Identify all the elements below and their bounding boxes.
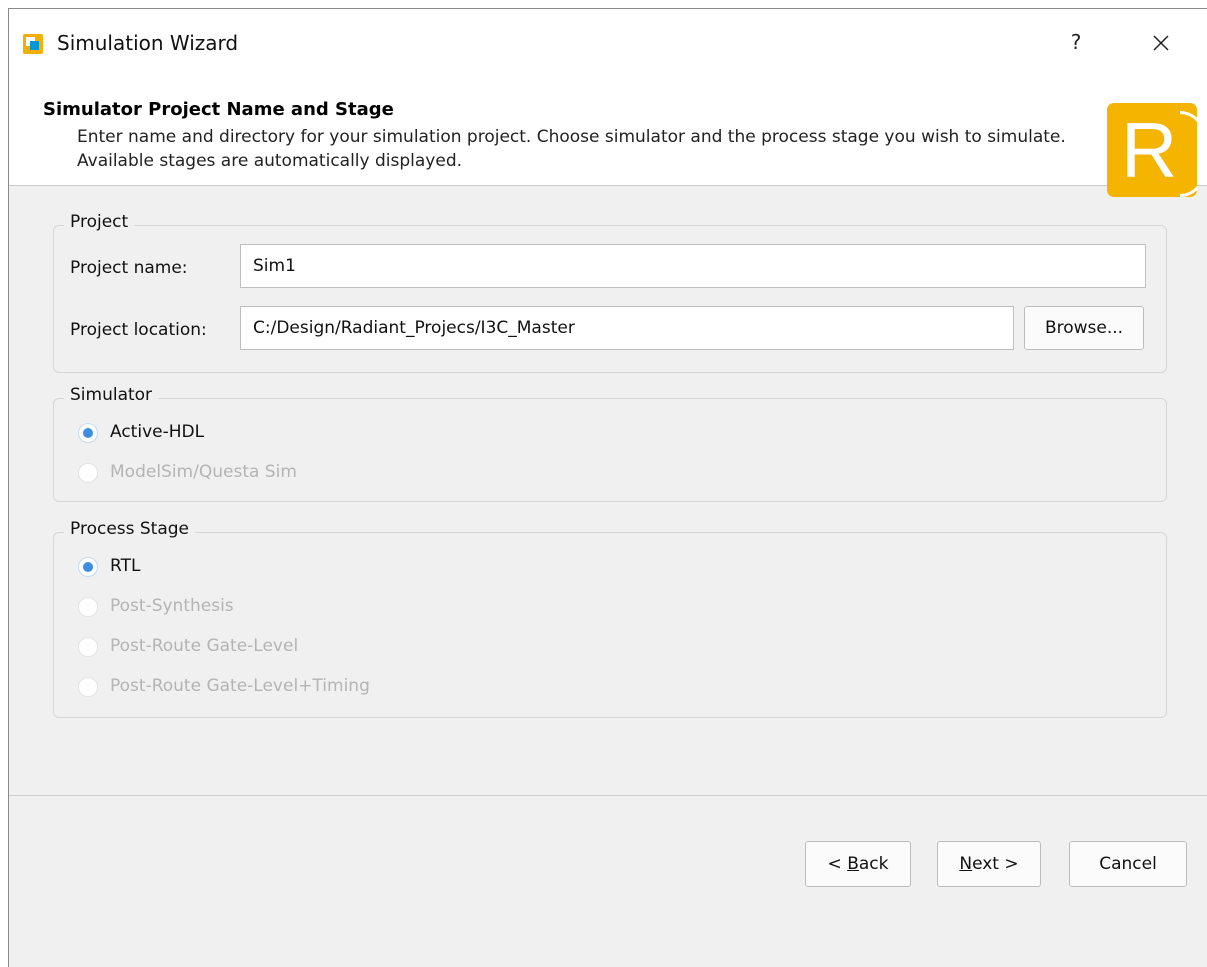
browse-button[interactable]: Browse...: [1024, 306, 1144, 350]
back-button[interactable]: < Back: [805, 841, 911, 887]
back-accelerator: B: [847, 854, 859, 874]
logo-stripe: [1180, 111, 1197, 197]
radio-button: [78, 677, 98, 697]
back-rest: ack: [858, 854, 889, 874]
process-stage-group: Process Stage RTL Post-Synthesis Post-Ro…: [53, 519, 1167, 718]
project-name-label: Project name:: [70, 258, 188, 278]
close-icon: [1153, 34, 1169, 51]
radiant-app-icon: [23, 34, 43, 54]
project-group-legend: Project: [64, 212, 135, 232]
simulation-wizard-dialog: Simulation Wizard ? Simulator Project Na…: [8, 8, 1207, 967]
next-button[interactable]: Next >: [937, 841, 1041, 887]
simulator-group: Simulator Active-HDL ModelSim/Questa Sim: [53, 385, 1167, 502]
simulator-group-legend: Simulator: [64, 385, 159, 405]
radio-button[interactable]: [78, 423, 98, 443]
footer-separator: [9, 795, 1207, 796]
radio-button: [78, 463, 98, 483]
page-title: Simulator Project Name and Stage: [43, 99, 394, 120]
radio-label: Post-Route Gate-Level: [110, 636, 299, 656]
radio-button: [78, 637, 98, 657]
radio-label: Active-HDL: [110, 422, 205, 442]
project-group: Project Project name: Project location: …: [53, 212, 1167, 373]
help-button[interactable]: ?: [1061, 27, 1091, 57]
radio-label: Post-Route Gate-Level+Timing: [110, 676, 370, 696]
back-prefix: <: [827, 854, 848, 874]
next-rest: ext >: [972, 854, 1019, 874]
project-name-input[interactable]: [240, 244, 1146, 288]
project-location-label: Project location:: [70, 320, 207, 340]
radio-label: RTL: [110, 556, 141, 576]
title-bar: Simulation Wizard ?: [9, 9, 1207, 75]
process-stage-group-legend: Process Stage: [64, 519, 196, 539]
radiant-logo: R: [1107, 103, 1197, 197]
project-location-input[interactable]: [240, 306, 1014, 350]
radio-button[interactable]: [78, 557, 98, 577]
cancel-button[interactable]: Cancel: [1069, 841, 1187, 887]
close-button[interactable]: [1141, 27, 1181, 57]
window-title: Simulation Wizard: [57, 31, 239, 55]
wizard-header: Simulator Project Name and Stage Enter n…: [9, 75, 1207, 197]
radio-label: ModelSim/Questa Sim: [110, 462, 297, 482]
logo-letter: R: [1121, 106, 1178, 194]
page-description: Enter name and directory for your simula…: [77, 127, 1066, 171]
radio-button: [78, 597, 98, 617]
radio-label: Post-Synthesis: [110, 596, 234, 616]
next-accelerator: N: [959, 854, 973, 874]
